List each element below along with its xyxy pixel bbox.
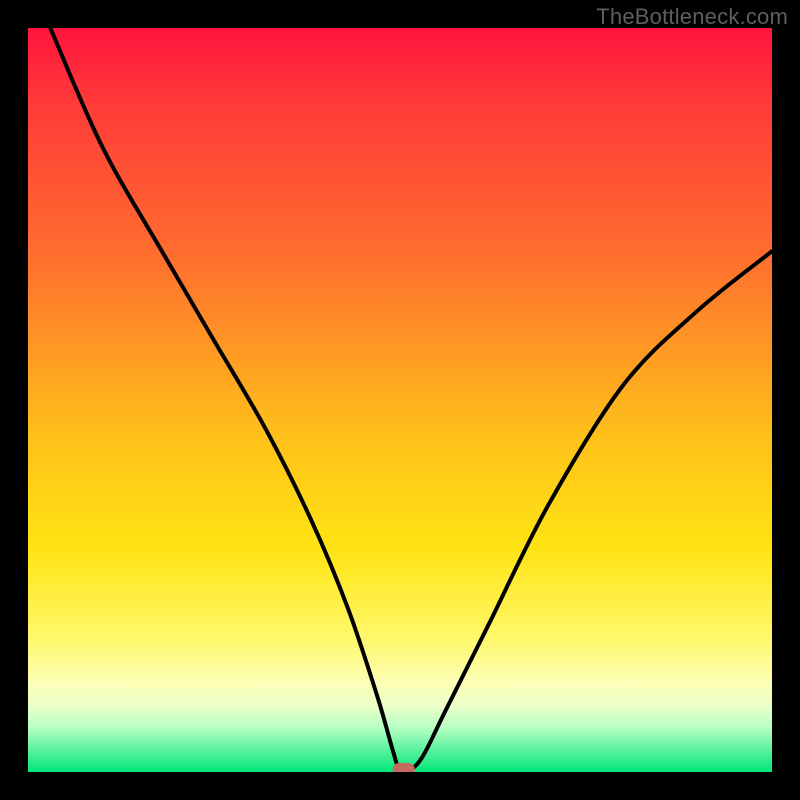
watermark-text: TheBottleneck.com <box>596 4 788 30</box>
plot-area <box>28 28 772 772</box>
minimum-marker <box>393 763 415 772</box>
bottleneck-curve <box>50 28 772 772</box>
curve-svg <box>28 28 772 772</box>
chart-frame: TheBottleneck.com <box>0 0 800 800</box>
